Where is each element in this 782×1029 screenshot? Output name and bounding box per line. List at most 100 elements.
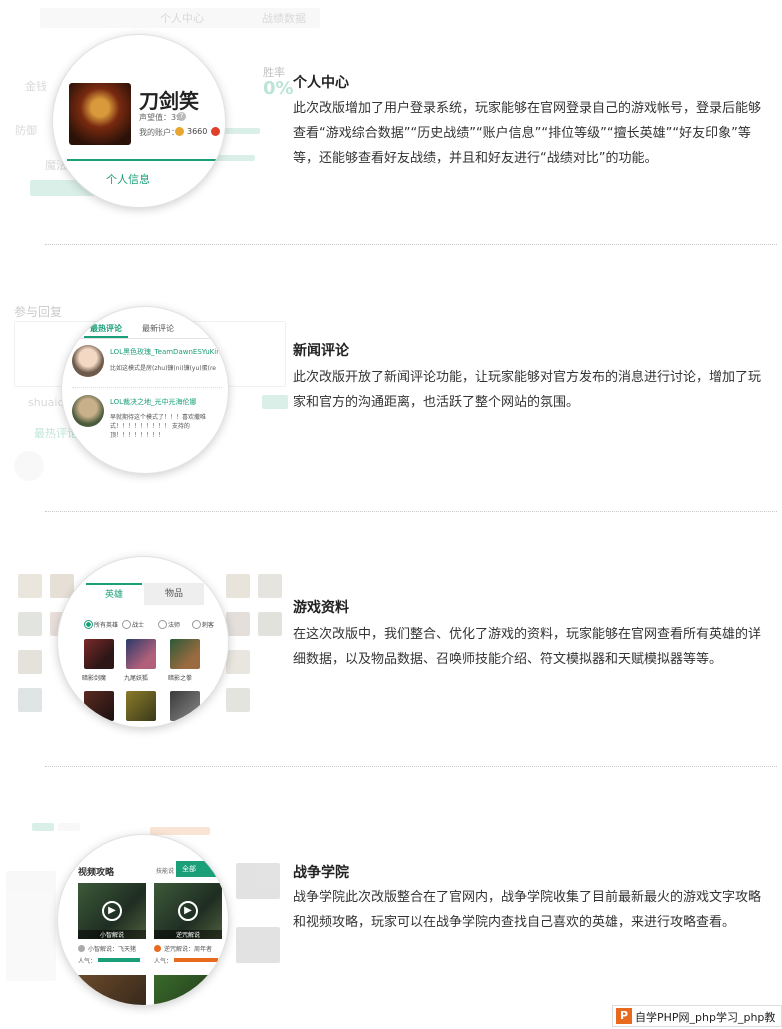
author-icon [154,945,161,952]
section-desc: 战争学院此次改版整合在了官网内，战争学院收集了目前最新最火的游戏文字攻略和视频攻… [293,890,762,930]
coin-icon [175,127,184,136]
comment-text: 早就期待这个模式了！！！喜欢撒唯式！！！！！！！！！ 支持的顶！！！！！！！！ [110,414,207,439]
section-personal-center: 个人中心 战绩数据 金钱 防御 魔法 胜率 0% 刀剑笑 声望值：39 ? 我的… [0,0,782,245]
game-data-lens: 英雄 物品 所有英雄 战士 法师 刺客 暗影剑魔 九尾妖狐 暗影之拳 [58,557,228,727]
bg-orange [150,827,210,835]
filter-label: 法师 [168,622,181,629]
video-guides-heading: 视频攻略 [78,868,115,878]
bg-hero-grid [50,574,74,598]
bg-hero-grid [226,612,250,636]
video-thumbnail[interactable] [78,975,146,1005]
comments-lens: 最热评论 最新评论 LOL黑色玫瑰_TeamDawnESYuKin 比如这模式是… [62,307,228,473]
filter-radio-selected[interactable] [84,620,93,629]
tab-items[interactable]: 物品 [144,583,204,605]
section-news-comments: 参与回复 shuaiqu 最热评论 最热评论 最新评论 LOL黑色玫瑰_Team… [0,245,782,511]
bg-tab [32,823,54,831]
user-avatar [69,83,131,145]
tab-rule [62,338,228,339]
filter-label: 刺客 [202,622,215,629]
popularity-bar [174,958,218,962]
comment-avatar [72,345,104,377]
bg-avatar [14,451,44,481]
popularity-label: 人气： [154,958,173,965]
bg-hero-grid [18,574,42,598]
bg-hero-grid [226,574,250,598]
bg-heading: 参与回复 [14,305,63,319]
filter-label: 所有英雄 [94,622,119,629]
tab-underline [67,159,217,161]
tab-personal-info[interactable]: 个人信息 [106,171,150,187]
filter-radio[interactable] [122,620,131,629]
bg-hero-grid [258,574,282,598]
comment-user[interactable]: LOL黑色玫瑰_TeamDawnESYuKin [110,347,221,357]
hero-portrait[interactable] [84,639,114,669]
comment-rule [72,387,222,388]
bg-stat-1: 金钱 [25,80,47,93]
popularity-label: 人气： [78,958,97,965]
hero-portrait[interactable] [84,691,114,721]
bg-list [6,871,56,981]
video-title: 小智解说 [78,930,146,939]
play-icon[interactable]: ▶ [178,901,198,921]
section-title: 新闻评论 [293,343,349,359]
author-icon [78,945,85,952]
bg-hero-grid [258,612,282,636]
filter-radio[interactable] [192,620,201,629]
bg-thumb [236,863,280,899]
bg-thumb [236,927,280,963]
win-rate-value: 0% [263,78,294,99]
bg-stat-2: 防御 [15,124,37,137]
play-icon[interactable]: ▶ [102,901,122,921]
filter-radio[interactable] [158,620,167,629]
section-desc: 此次改版增加了用户登录系统，玩家能够在官网登录自己的游戏帐号，登录后能够查看“游… [293,101,762,166]
tab-new[interactable]: 最新评论 [142,323,174,334]
video-thumbnail[interactable]: ▶ 小智解说 [78,883,146,939]
academy-lens: 视频攻略 技能说 全部 ▶ 小智解说 ▶ 逆咒解说 小智解说：飞天猪 逆咒解说：… [58,835,228,1005]
section-title: 战争学院 [293,865,349,881]
php-logo-icon: P [616,1008,632,1024]
bg-tab [58,823,80,831]
comment-user[interactable]: LOL裁决之地_光中光海伦娜 [110,397,197,407]
bg-submit [262,395,288,409]
bg-hero-grid [18,650,42,674]
video-thumbnail[interactable]: ▶ 逆咒解说 [154,883,222,939]
hero-name: 暗影剑魔 [82,675,107,682]
hero-portrait[interactable] [170,639,200,669]
personal-lens: 刀剑笑 声望值：39 ? 我的账户： 3660 个人信息 [53,35,225,207]
comment-avatar [72,395,104,427]
popularity-bar [98,958,140,962]
filter-label: 战士 [132,622,145,629]
bg-hero-grid [226,688,250,712]
section-war-academy: 视频攻略 技能说 全部 ▶ 小智解说 ▶ 逆咒解说 小智解说：飞天猪 逆咒解说：… [0,767,782,1007]
section-desc: 在这次改版中，我们整合、优化了游戏的资料，玩家能够在官网查看所有英雄的详细数据，… [293,627,762,667]
section-game-data: 英雄 物品 所有英雄 战士 法师 刺客 暗影剑魔 九尾妖狐 暗影之拳 游戏资料 … [0,512,782,766]
help-icon[interactable]: ? [177,112,186,121]
tab-hot[interactable]: 最热评论 [90,323,122,334]
hero-name: 暗影之拳 [168,675,193,682]
tab-heroes[interactable]: 英雄 [86,583,142,607]
account-value: 3660 [187,127,208,136]
section-title: 个人中心 [293,75,349,91]
hero-name: 九尾妖狐 [124,675,149,682]
hero-portrait[interactable] [126,691,156,721]
account-label: 我的账户： [139,128,179,137]
watermark-text: 自学PHP网_php学习_php教 [635,1011,776,1024]
bg-hero-grid [18,688,42,712]
bg-hero-grid [18,612,42,636]
video-author: 逆咒解说：周年者 [164,946,213,953]
user-reputation: 声望值：39 [139,113,182,122]
filter-label: 技能说 [156,868,175,875]
filter-all-button[interactable]: 全部 [176,861,228,877]
hero-portrait[interactable] [126,639,156,669]
notice-icon[interactable] [211,127,220,136]
watermark: P 自学PHP网_php学习_php教 [612,1005,782,1027]
hero-portrait[interactable] [170,691,200,721]
video-title: 逆咒解说 [154,930,222,939]
bg-tab-2: 战绩数据 [262,12,306,25]
bg-tab-1: 个人中心 [160,12,204,25]
comment-text: 比如这模式是房(zhu)镰(ni)镰(yu)蛋(re [110,365,216,372]
user-name: 刀剑笑 [139,89,199,113]
video-author: 小智解说：飞天猪 [88,946,137,953]
video-thumbnail[interactable] [154,975,222,1005]
section-desc: 此次改版开放了新闻评论功能，让玩家能够对官方发布的消息进行讨论，增加了玩家和官方… [293,370,762,410]
